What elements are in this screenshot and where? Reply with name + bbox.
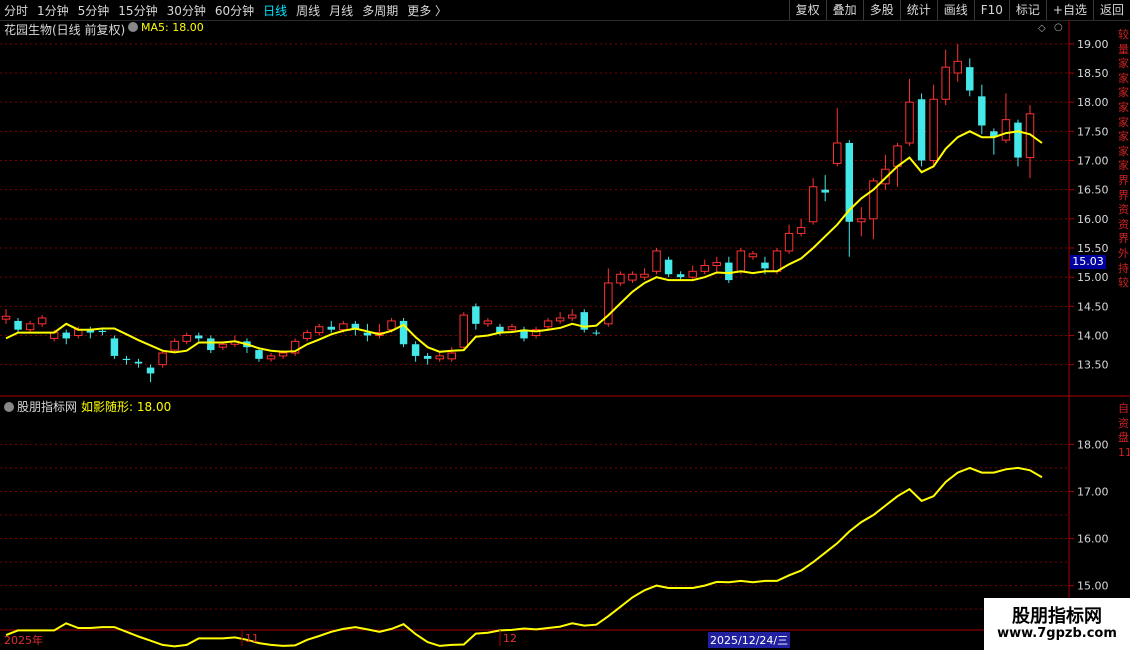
- indicator-tick-label: 15.00: [1077, 580, 1109, 593]
- candle-body-up: [459, 314, 469, 348]
- candle-body-down: [917, 99, 926, 161]
- candle-body-up: [567, 314, 577, 319]
- ma5-line: [5, 130, 1043, 354]
- price-tick-label: 18.00: [1077, 96, 1109, 109]
- candle-body-up: [266, 355, 276, 360]
- candle-body-down: [423, 355, 432, 359]
- candle-body-down: [411, 344, 420, 356]
- right-column-text-2: 自资盘1111: [1118, 402, 1130, 459]
- candle-body-up: [833, 142, 842, 164]
- price-tick-label: 19.00: [1077, 38, 1109, 51]
- candle-body-down: [207, 338, 215, 351]
- candle-body-up: [628, 273, 637, 281]
- candle-body-up: [387, 320, 396, 331]
- candle-body-down: [327, 326, 336, 330]
- indicator-tick-label: 18.00: [1077, 438, 1109, 451]
- candle-body-up: [435, 355, 444, 360]
- candle-body-down: [725, 262, 733, 281]
- date-year: 2025年: [4, 634, 43, 647]
- date-month-12: 12: [503, 632, 517, 645]
- indicator-tick-label: 17.00: [1077, 485, 1109, 498]
- price-tick-label: 14.50: [1077, 300, 1109, 313]
- candle-body-up: [182, 335, 191, 342]
- candle-body-up: [796, 227, 806, 234]
- candle-body-up: [929, 98, 938, 161]
- right-column-text: 较量家家家家家家家家界界资资界外持较: [1118, 28, 1129, 290]
- candle-body-down: [255, 350, 263, 359]
- candle-body-up: [712, 262, 722, 267]
- candle-body-up: [652, 250, 661, 272]
- candle-body-down: [664, 259, 673, 275]
- price-tick-label: 15.50: [1077, 242, 1109, 255]
- price-tick-label: 15.00: [1077, 271, 1109, 284]
- candle-body-up: [772, 250, 782, 272]
- candle-body-up: [905, 101, 914, 144]
- candle-body-down: [122, 358, 131, 360]
- candle-body-down: [821, 189, 829, 193]
- selected-date: 2025/12/24/三: [708, 632, 791, 648]
- candle-body-up: [555, 317, 565, 322]
- candle-body-up: [507, 326, 517, 331]
- candle-body-down: [110, 338, 119, 356]
- candle-body-up: [736, 250, 746, 272]
- candle-body-up: [543, 320, 553, 328]
- price-tick-label: 16.00: [1077, 213, 1109, 226]
- price-tick-label: 14.00: [1077, 330, 1109, 343]
- candle-body-down: [978, 96, 986, 126]
- candle-body-down: [966, 67, 974, 91]
- candle-body-down: [146, 367, 155, 374]
- candle-body-down: [62, 332, 70, 339]
- candle-body-down: [195, 335, 203, 339]
- candle-body-up: [700, 265, 709, 272]
- candle-body-up: [748, 253, 758, 258]
- indicator-line: [5, 466, 1043, 648]
- candle-body-up: [339, 323, 348, 331]
- candle-body-up: [37, 317, 47, 325]
- candle-body-up: [218, 343, 228, 348]
- candle-body-down: [134, 361, 143, 364]
- candle-body-down: [592, 332, 601, 334]
- candle-body-down: [98, 330, 107, 332]
- candle-body-up: [688, 270, 697, 278]
- candle-body-up: [447, 352, 456, 360]
- candle-body-up: [314, 326, 324, 334]
- candle-body-up: [640, 273, 649, 278]
- candle-body-down: [472, 306, 480, 324]
- indicator-tick-label: 16.00: [1077, 533, 1109, 546]
- kline-chart[interactable]: 13.50 14.00 14.50 15.00 15.50 16.00 16.50 17.00…: [0, 0, 1130, 650]
- candle-body-up: [941, 66, 950, 100]
- candle-body-up: [158, 352, 167, 366]
- date-axis: 2025年 11 12 2025/12/24/三: [0, 630, 1130, 650]
- candle-body-up: [25, 323, 35, 331]
- current-price-tag: 15.03: [1070, 255, 1106, 269]
- candle-body-up: [278, 352, 288, 357]
- candle-body-down: [14, 320, 22, 330]
- candle-body-up: [784, 232, 794, 252]
- watermark-url: www.7gpzb.com: [997, 626, 1117, 641]
- price-tick-label: 13.50: [1077, 359, 1109, 372]
- candle-body-up: [953, 60, 962, 74]
- price-tick-label: 18.50: [1077, 67, 1109, 80]
- watermark-name: 股朋指标网: [1012, 606, 1102, 627]
- watermark: 股朋指标网 www.7gpzb.com: [984, 598, 1130, 650]
- candle-body-down: [761, 262, 769, 269]
- candle-body-down: [1014, 122, 1022, 158]
- candle-body-down: [676, 274, 685, 278]
- date-month-11: 11: [245, 632, 259, 645]
- candle-body-up: [857, 218, 866, 223]
- candle-body-up: [302, 332, 312, 339]
- candle-body-up: [808, 186, 818, 223]
- candle-body-up: [1, 315, 11, 320]
- candle-body-up: [616, 273, 625, 284]
- candle-body-up: [1001, 119, 1011, 141]
- candle-body-up: [483, 320, 493, 325]
- candle-body-up: [170, 340, 179, 351]
- price-tick-label: 16.50: [1077, 184, 1109, 197]
- price-tick-label: 17.00: [1077, 155, 1109, 168]
- price-tick-label: 17.50: [1077, 125, 1109, 138]
